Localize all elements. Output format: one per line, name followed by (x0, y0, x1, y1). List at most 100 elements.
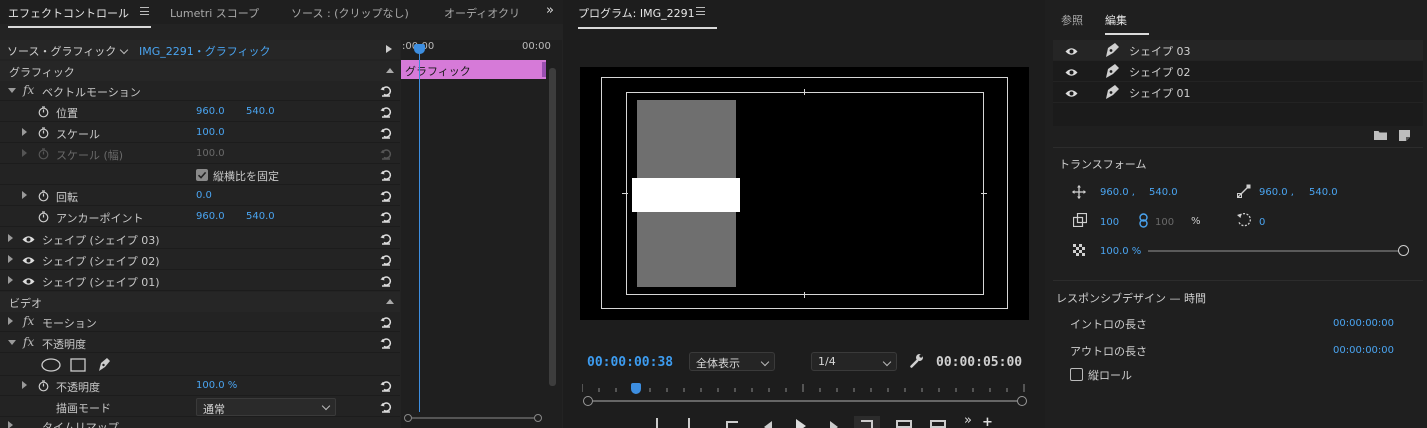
zoom-start-handle[interactable] (583, 396, 593, 406)
playhead-handle[interactable] (414, 44, 425, 54)
intro-duration-value[interactable]: 00:00:00:00 (1333, 318, 1394, 329)
white-shape[interactable] (632, 178, 740, 212)
expand-chevron-icon[interactable] (8, 340, 16, 345)
eye-icon[interactable] (1065, 89, 1078, 98)
program-monitor-title[interactable]: プログラム: IMG_2291 (578, 5, 717, 29)
fx-icon[interactable]: fx (23, 335, 34, 349)
timeline-zoom-scrollbar[interactable] (404, 414, 542, 422)
reset-icon[interactable] (380, 169, 392, 181)
expand-chevron-icon[interactable] (8, 234, 13, 242)
tab-audio-clip[interactable]: オーディオクリ (444, 5, 520, 21)
program-zoom-bar[interactable] (583, 396, 1027, 406)
program-playhead[interactable] (631, 383, 641, 394)
reset-icon[interactable] (380, 401, 392, 413)
overwrite-icon[interactable] (930, 420, 946, 428)
clip-dropdown-chevron-icon[interactable] (119, 45, 129, 55)
more-controls-icon[interactable]: » (964, 416, 972, 428)
go-to-out-button[interactable] (854, 416, 880, 428)
pen-mask-icon[interactable] (97, 357, 111, 373)
stopwatch-icon[interactable] (38, 106, 49, 118)
panel-menu-icon[interactable] (696, 7, 705, 15)
clip-label[interactable]: IMG_2291・グラフィック (139, 43, 271, 59)
fx-icon[interactable]: fx (23, 83, 34, 97)
expand-chevron-icon[interactable] (8, 317, 13, 325)
step-forward-icon[interactable] (830, 421, 838, 428)
anchor-x-value[interactable]: 960.0 (196, 211, 225, 222)
stopwatch-icon[interactable] (38, 127, 49, 139)
position-x-value[interactable]: 960.0 (196, 106, 225, 117)
tab-lumetri-scopes[interactable]: Lumetri スコープ (170, 5, 259, 21)
blend-mode-select[interactable]: 通常 (196, 398, 336, 416)
panel-menu-icon[interactable] (140, 7, 149, 15)
position-y-value[interactable]: 540.0 (1149, 187, 1178, 198)
play-icon[interactable] (796, 419, 806, 428)
anchor-y-value[interactable]: 540.0 (1309, 187, 1338, 198)
program-viewer[interactable] (580, 67, 1029, 320)
reset-icon[interactable] (380, 316, 392, 328)
reset-icon[interactable] (380, 254, 392, 266)
reset-icon[interactable] (380, 190, 392, 202)
reset-icon[interactable] (380, 127, 392, 139)
vertical-scrollbar[interactable] (549, 68, 556, 386)
zoom-start-handle[interactable] (404, 414, 412, 422)
rotation-value[interactable]: 0 (1259, 217, 1265, 228)
expand-chevron-icon[interactable] (22, 381, 27, 389)
expand-chevron-icon[interactable] (8, 88, 16, 93)
button-editor-plus-icon[interactable]: + (982, 416, 993, 428)
time-ruler[interactable] (582, 380, 1025, 392)
clip-end-handle[interactable] (542, 62, 546, 77)
reset-icon[interactable] (380, 85, 392, 97)
ellipse-mask-icon[interactable] (41, 358, 61, 372)
rectangle-mask-icon[interactable] (70, 358, 86, 372)
expand-chevron-icon[interactable] (8, 421, 13, 428)
opacity-slider-track[interactable] (1148, 250, 1400, 252)
zoom-end-handle[interactable] (1017, 396, 1027, 406)
wrench-icon[interactable] (910, 353, 924, 368)
position-x-value[interactable]: 960.0 , (1100, 187, 1135, 198)
collapse-up-icon[interactable] (386, 299, 394, 304)
play-only-clip-icon[interactable] (386, 45, 392, 53)
scale-value[interactable]: 100.0 (196, 127, 225, 138)
rotation-value[interactable]: 0.0 (196, 190, 212, 201)
anchor-y-value[interactable]: 540.0 (246, 211, 275, 222)
layer-item[interactable]: シェイプ 02 (1053, 61, 1423, 82)
constrain-link-icon[interactable] (1139, 213, 1148, 228)
reset-icon[interactable] (380, 337, 392, 349)
scale-value[interactable]: 100 (1100, 217, 1119, 228)
collapse-up-icon[interactable] (386, 68, 394, 73)
eye-icon[interactable] (22, 235, 35, 244)
mark-out-icon[interactable] (688, 418, 690, 428)
shape-row[interactable]: シェイプ (シェイプ 03) (0, 229, 400, 249)
shape-row[interactable]: シェイプ (シェイプ 02) (0, 250, 400, 270)
stopwatch-icon[interactable] (38, 380, 49, 392)
tab-effect-controls[interactable]: エフェクトコントロール (8, 5, 151, 28)
tab-edit[interactable]: 編集 (1105, 12, 1149, 35)
zoom-level-select[interactable]: 全体表示 (689, 352, 775, 371)
playhead-line[interactable] (419, 50, 420, 412)
opacity-value[interactable]: 100.0 % (196, 380, 237, 391)
tab-browse[interactable]: 参照 (1061, 12, 1083, 28)
stopwatch-icon[interactable] (38, 211, 49, 223)
new-layer-icon[interactable] (1399, 130, 1410, 141)
step-back-icon[interactable] (764, 421, 772, 428)
layer-item[interactable]: シェイプ 01 (1053, 82, 1423, 103)
opacity-value[interactable]: 100.0 % (1100, 246, 1141, 257)
stopwatch-icon[interactable] (38, 190, 49, 202)
zoom-end-handle[interactable] (534, 414, 542, 422)
expand-chevron-icon[interactable] (8, 255, 13, 263)
expand-chevron-icon[interactable] (8, 276, 13, 284)
playback-resolution-select[interactable]: 1/4 (811, 352, 897, 371)
eye-icon[interactable] (1065, 47, 1078, 56)
anchor-x-value[interactable]: 960.0 , (1259, 187, 1294, 198)
current-timecode[interactable]: 00:00:00:38 (587, 355, 673, 370)
eye-icon[interactable] (22, 277, 35, 286)
shape-row[interactable]: シェイプ (シェイプ 01) (0, 271, 400, 291)
reset-icon[interactable] (380, 275, 392, 287)
insert-icon[interactable] (896, 420, 912, 428)
reset-icon[interactable] (380, 211, 392, 223)
layer-item[interactable]: シェイプ 03 (1053, 40, 1423, 61)
timeline-clip[interactable]: グラフィック (401, 60, 546, 79)
folder-icon[interactable] (1374, 130, 1387, 140)
fx-icon[interactable]: fx (23, 314, 34, 328)
graphic-section-header[interactable]: グラフィック (0, 61, 400, 81)
